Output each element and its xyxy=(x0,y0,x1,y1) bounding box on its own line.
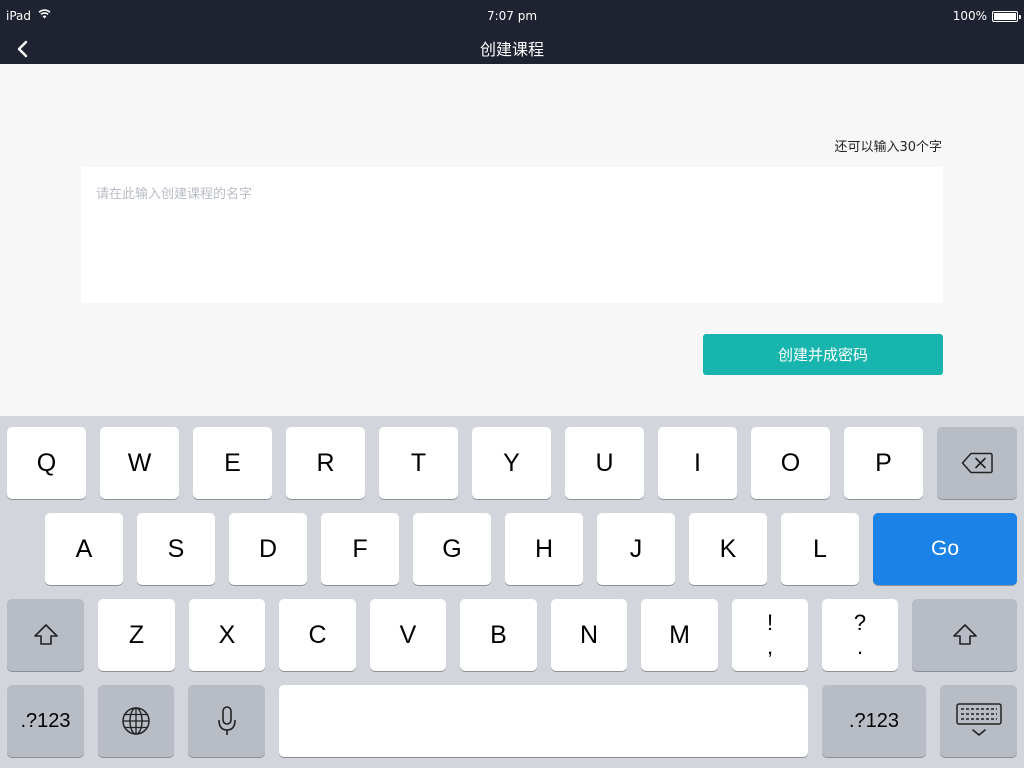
key-h[interactable]: H xyxy=(505,513,583,585)
key-x[interactable]: X xyxy=(189,599,265,671)
key-i[interactable]: I xyxy=(658,427,737,499)
key-c[interactable]: C xyxy=(279,599,356,671)
key-s[interactable]: S xyxy=(137,513,215,585)
numbers-key-right[interactable]: .?123 xyxy=(822,685,926,757)
battery-icon xyxy=(992,11,1021,22)
go-key[interactable]: Go xyxy=(873,513,1017,585)
status-bar: iPad 7:07 pm 100% xyxy=(0,0,1024,32)
key-j[interactable]: J xyxy=(597,513,675,585)
key-q[interactable]: Q xyxy=(7,427,86,499)
key-o[interactable]: O xyxy=(751,427,830,499)
key-question-period[interactable]: ?. xyxy=(822,599,898,671)
key-comma-bottom: , xyxy=(766,634,774,659)
space-bar[interactable] xyxy=(279,685,808,757)
key-y[interactable]: Y xyxy=(472,427,551,499)
shift-key-right[interactable] xyxy=(912,599,1017,671)
key-k[interactable]: K xyxy=(689,513,767,585)
key-m[interactable]: M xyxy=(641,599,718,671)
top-bar: iPad 7:07 pm 100% 创建课程 xyxy=(0,0,1024,64)
key-question-top: ? xyxy=(853,610,867,635)
backspace-key[interactable] xyxy=(937,427,1017,499)
key-exclaim-top: ! xyxy=(766,610,774,635)
shift-key-left[interactable] xyxy=(7,599,84,671)
key-w[interactable]: W xyxy=(100,427,179,499)
key-b[interactable]: B xyxy=(460,599,537,671)
key-a[interactable]: A xyxy=(45,513,123,585)
numbers-key-left[interactable]: .?123 xyxy=(7,685,84,757)
key-exclaim-comma[interactable]: !, xyxy=(732,599,808,671)
hide-keyboard-key[interactable] xyxy=(940,685,1017,757)
onscreen-keyboard: Q W E R T Y U I O P A S D F G H J K L Go… xyxy=(0,416,1024,768)
keyboard-dismiss-icon xyxy=(955,703,1002,736)
key-p[interactable]: P xyxy=(844,427,923,499)
create-button[interactable]: 创建并成密码 xyxy=(703,334,943,375)
key-g[interactable]: G xyxy=(413,513,491,585)
page-title: 创建课程 xyxy=(479,40,544,59)
globe-key[interactable] xyxy=(98,685,174,757)
course-name-input[interactable] xyxy=(81,167,943,303)
key-n[interactable]: N xyxy=(551,599,627,671)
microphone-icon xyxy=(217,706,236,735)
nav-bar: 创建课程 xyxy=(0,32,1024,64)
key-period-bottom: . xyxy=(856,634,864,659)
globe-icon xyxy=(122,707,150,735)
key-v[interactable]: V xyxy=(370,599,446,671)
key-e[interactable]: E xyxy=(193,427,272,499)
backspace-icon xyxy=(961,452,993,474)
key-t[interactable]: T xyxy=(379,427,458,499)
key-l[interactable]: L xyxy=(781,513,859,585)
key-z[interactable]: Z xyxy=(98,599,175,671)
key-r[interactable]: R xyxy=(286,427,365,499)
clock: 7:07 pm xyxy=(486,9,538,23)
key-f[interactable]: F xyxy=(321,513,399,585)
key-d[interactable]: D xyxy=(229,513,307,585)
key-u[interactable]: U xyxy=(565,427,644,499)
dictation-key[interactable] xyxy=(188,685,265,757)
shift-icon xyxy=(952,624,977,645)
char-counter: 还可以输入30个字 xyxy=(834,140,942,155)
shift-icon xyxy=(33,624,58,645)
battery-percent: 100% xyxy=(952,9,987,23)
